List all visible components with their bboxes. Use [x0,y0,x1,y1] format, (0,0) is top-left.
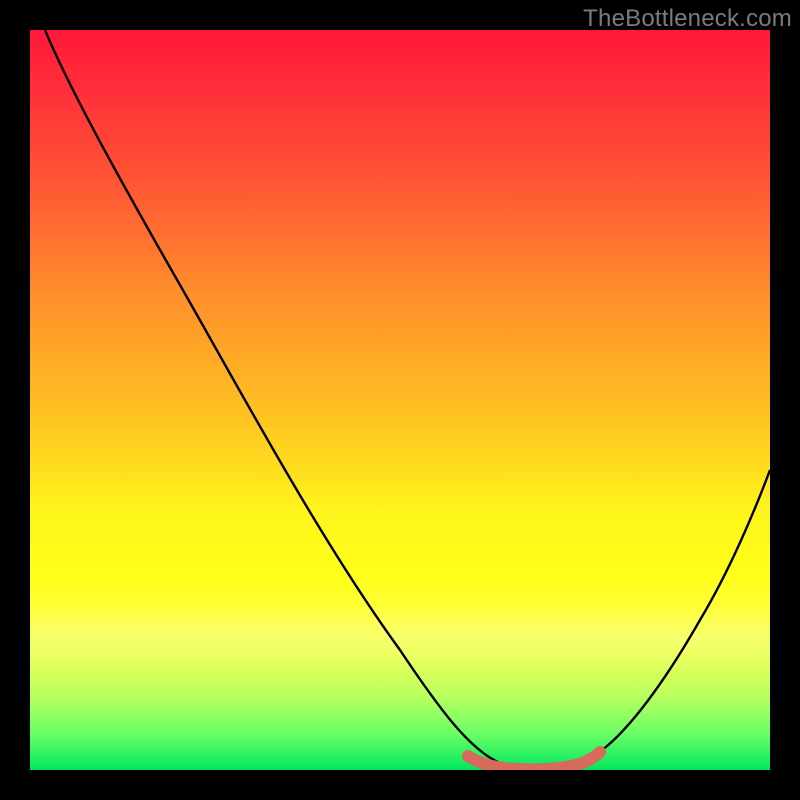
flat-region-marker [468,752,600,769]
plot-area [30,30,770,770]
chart-frame: TheBottleneck.com [0,0,800,800]
curve-layer [30,30,770,770]
bottleneck-curve [45,30,770,768]
watermark-text: TheBottleneck.com [583,5,792,33]
